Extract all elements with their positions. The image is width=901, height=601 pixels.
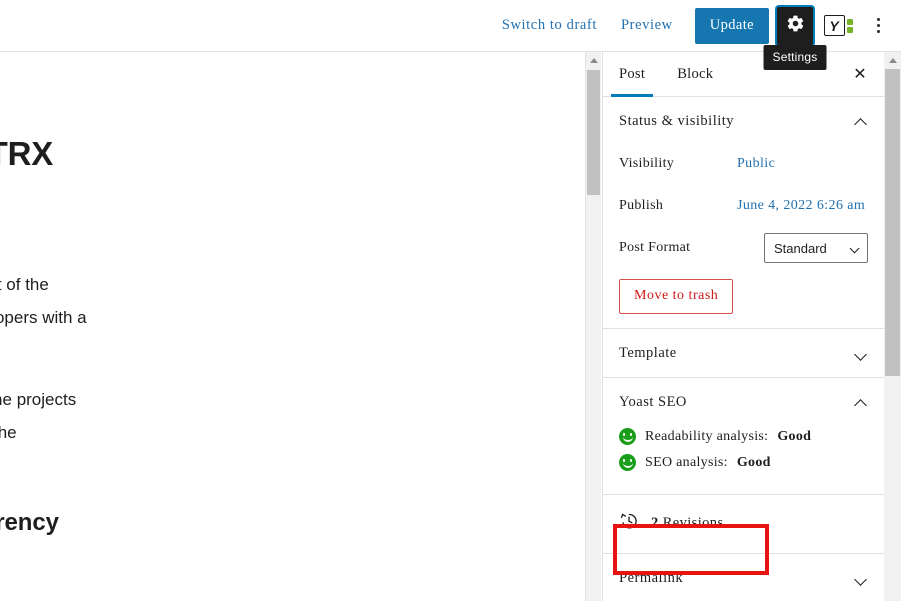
panel-template-header[interactable]: Template [603,329,884,377]
paragraph-2-line-2: criticism of the [0,423,17,442]
yoast-logo-icon: Y [823,15,853,36]
settings-tooltip: Settings [763,44,827,70]
yoast-letter: Y [823,15,845,36]
paragraph-2-line-1: on among the projects [0,390,77,409]
panel-permalink: Permalink [603,554,884,601]
panel-yoast-seo-body: Readability analysis: Good SEO analysis:… [603,428,884,494]
panel-revisions: 2 Revisions [603,495,884,554]
chevron-down-icon[interactable] [854,574,868,583]
tab-block[interactable]: Block [661,53,729,96]
row-publish: Publish June 4, 2022 6:26 am [619,187,868,225]
publish-date-button[interactable]: June 4, 2022 6:26 am [737,198,865,214]
revisions-link[interactable]: 2 Revisions [603,495,884,553]
scroll-up-arrow-icon[interactable] [586,52,601,69]
chevron-down-icon [850,245,860,252]
green-smiley-icon [619,454,636,471]
post-paragraph-1[interactable]: at the height of the s and developers wi… [0,268,87,334]
panel-permalink-title: Permalink [619,570,684,586]
panel-status-visibility: Status & visibility Visibility Public Pu… [603,97,884,329]
editor-scrollbar[interactable] [585,52,601,601]
more-options-button[interactable] [861,8,895,44]
chevron-down-icon[interactable] [854,349,868,358]
seo-analysis-label: SEO analysis: [645,454,728,470]
panel-template-title: Template [619,345,677,361]
green-smiley-icon [619,428,636,445]
close-sidebar-button[interactable]: ✕ [848,62,872,86]
editor-header-bar: Switch to draft Preview Update Settings … [0,0,901,70]
settings-button[interactable]: Settings [763,6,827,70]
revision-history-clock-icon [619,511,639,536]
panel-permalink-header[interactable]: Permalink [603,554,884,601]
seo-analysis-row[interactable]: SEO analysis: Good [619,454,868,471]
sidebar-scrollbar[interactable] [884,52,901,601]
revisions-count: 2 [651,515,659,531]
gear-icon [786,14,805,38]
revisions-label: Revisions [662,515,724,531]
post-title-heading[interactable]: bout TRX [0,135,53,173]
tab-post[interactable]: Post [603,53,661,97]
readability-analysis-label: Readability analysis: [645,428,769,444]
kebab-menu-icon [876,18,880,33]
visibility-value-button[interactable]: Public [737,156,775,172]
post-format-select[interactable]: Standard [764,233,868,263]
post-format-label: Post Format [619,240,691,255]
paragraph-1-line-1: at the height of the [0,275,49,294]
update-button[interactable]: Update [694,7,769,44]
seo-analysis-value: Good [736,454,771,470]
revisions-text: 2 Revisions [651,515,724,532]
chevron-up-icon[interactable] [854,398,868,407]
switch-to-draft-link[interactable]: Switch to draft [490,0,609,51]
publish-label: Publish [619,198,664,213]
scroll-up-arrow-icon[interactable] [884,52,901,69]
panel-yoast-seo: Yoast SEO Readability analysis: Good SEO… [603,378,884,495]
sidebar-scrollbar-thumb[interactable] [885,69,900,376]
panel-yoast-seo-title: Yoast SEO [619,394,687,410]
panel-yoast-seo-header[interactable]: Yoast SEO [603,378,884,426]
header-actions: Switch to draft Preview Update Settings … [490,0,895,70]
panel-template: Template [603,329,884,378]
post-content-canvas[interactable]: bout TRX at the height of the s and deve… [0,52,585,601]
wordpress-block-editor: Switch to draft Preview Update Settings … [0,0,901,601]
chevron-up-icon[interactable] [854,117,868,126]
row-post-format: Post Format Standard [619,229,868,267]
yoast-dots [846,18,853,33]
move-to-trash-button[interactable]: Move to trash [619,279,734,314]
row-visibility: Visibility Public [619,145,868,183]
editor-scrollbar-thumb[interactable] [587,70,600,195]
panel-status-visibility-body: Visibility Public Publish June 4, 2022 6… [603,145,884,328]
post-paragraph-2[interactable]: on among the projects criticism of the [0,383,76,449]
yoast-seo-button[interactable]: Y [817,8,859,44]
paragraph-1-line-2: s and developers with a [0,308,87,327]
panel-status-visibility-title: Status & visibility [619,113,735,129]
panel-status-visibility-header[interactable]: Status & visibility [603,97,884,145]
post-subheading[interactable]: yptocurrency [0,509,59,537]
sidebar-tabs: Post Block ✕ [603,52,884,97]
post-format-value: Standard [774,240,827,256]
settings-sidebar: Post Block ✕ Status & visibility Visibil… [602,52,884,601]
preview-link[interactable]: Preview [609,0,685,51]
readability-analysis-row[interactable]: Readability analysis: Good [619,428,868,445]
visibility-label: Visibility [619,156,675,171]
readability-analysis-value: Good [777,428,812,444]
